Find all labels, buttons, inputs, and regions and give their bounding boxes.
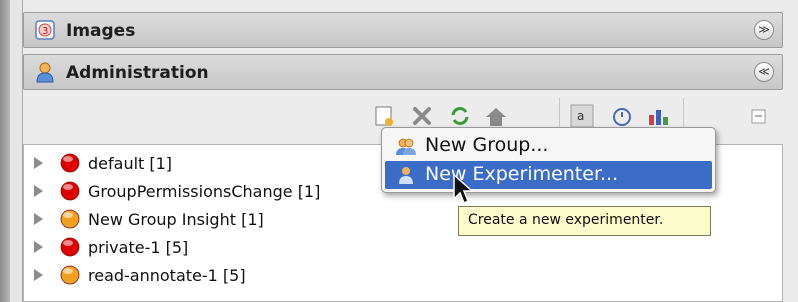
tree-row-label: GroupPermissionsChange [1] <box>88 182 321 201</box>
new-icon[interactable] <box>371 103 397 129</box>
expand-images-button[interactable]: ≫ <box>754 20 774 40</box>
administration-section-header[interactable]: Administration ≪ <box>23 54 783 90</box>
tree-row[interactable]: private-1 [5] <box>32 233 772 261</box>
tree-row-label: default [1] <box>88 154 173 173</box>
collapse-administration-button[interactable]: ≪ <box>754 62 774 82</box>
svg-text:3: 3 <box>42 26 48 37</box>
sidebar-gutter <box>10 0 23 302</box>
window-edge <box>0 0 10 302</box>
refresh-icon[interactable] <box>447 103 473 129</box>
menu-item-label: New Group... <box>425 134 549 156</box>
menu-item-new-experimenter[interactable]: New Experimenter... <box>385 161 712 189</box>
svg-text:a: a <box>577 109 584 123</box>
timer-icon[interactable] <box>609 103 635 129</box>
tree-row-label: New Group Insight [1] <box>88 210 264 229</box>
tree-row-label: read-annotate-1 [5] <box>88 266 246 285</box>
home-icon[interactable] <box>483 103 509 129</box>
menu-item-new-group[interactable]: New Group... <box>385 132 712 160</box>
delete-icon[interactable] <box>409 103 435 129</box>
rename-icon[interactable]: a <box>569 103 595 129</box>
chart-icon[interactable] <box>645 103 671 129</box>
collapse-all-icon[interactable] <box>745 103 771 129</box>
read-annotate-group-icon <box>60 209 80 229</box>
new-item-popup-menu: New Group... New Experimenter... <box>381 127 716 193</box>
mouse-pointer-icon <box>453 173 474 205</box>
images-section-title: Images <box>66 21 136 41</box>
images-icon: 3 <box>35 20 55 40</box>
administration-icon <box>36 62 54 83</box>
tree-row[interactable]: read-annotate-1 [5] <box>32 261 772 289</box>
experimenter-icon <box>399 167 413 184</box>
expand-arrow-icon[interactable] <box>34 185 43 197</box>
group-icon <box>396 138 416 155</box>
expand-arrow-icon[interactable] <box>34 157 43 169</box>
expand-arrow-icon[interactable] <box>34 269 43 281</box>
private-group-icon <box>60 237 80 257</box>
read-annotate-group-icon <box>60 265 80 285</box>
private-group-icon <box>60 181 80 201</box>
images-section-header[interactable]: 3 Images ≫ <box>23 12 783 48</box>
tooltip: Create a new experimenter. <box>458 206 711 236</box>
expand-arrow-icon[interactable] <box>34 213 43 225</box>
administration-section-title: Administration <box>66 63 209 83</box>
tree-row-label: private-1 [5] <box>88 238 189 257</box>
private-group-icon <box>60 153 80 173</box>
expand-arrow-icon[interactable] <box>34 241 43 253</box>
